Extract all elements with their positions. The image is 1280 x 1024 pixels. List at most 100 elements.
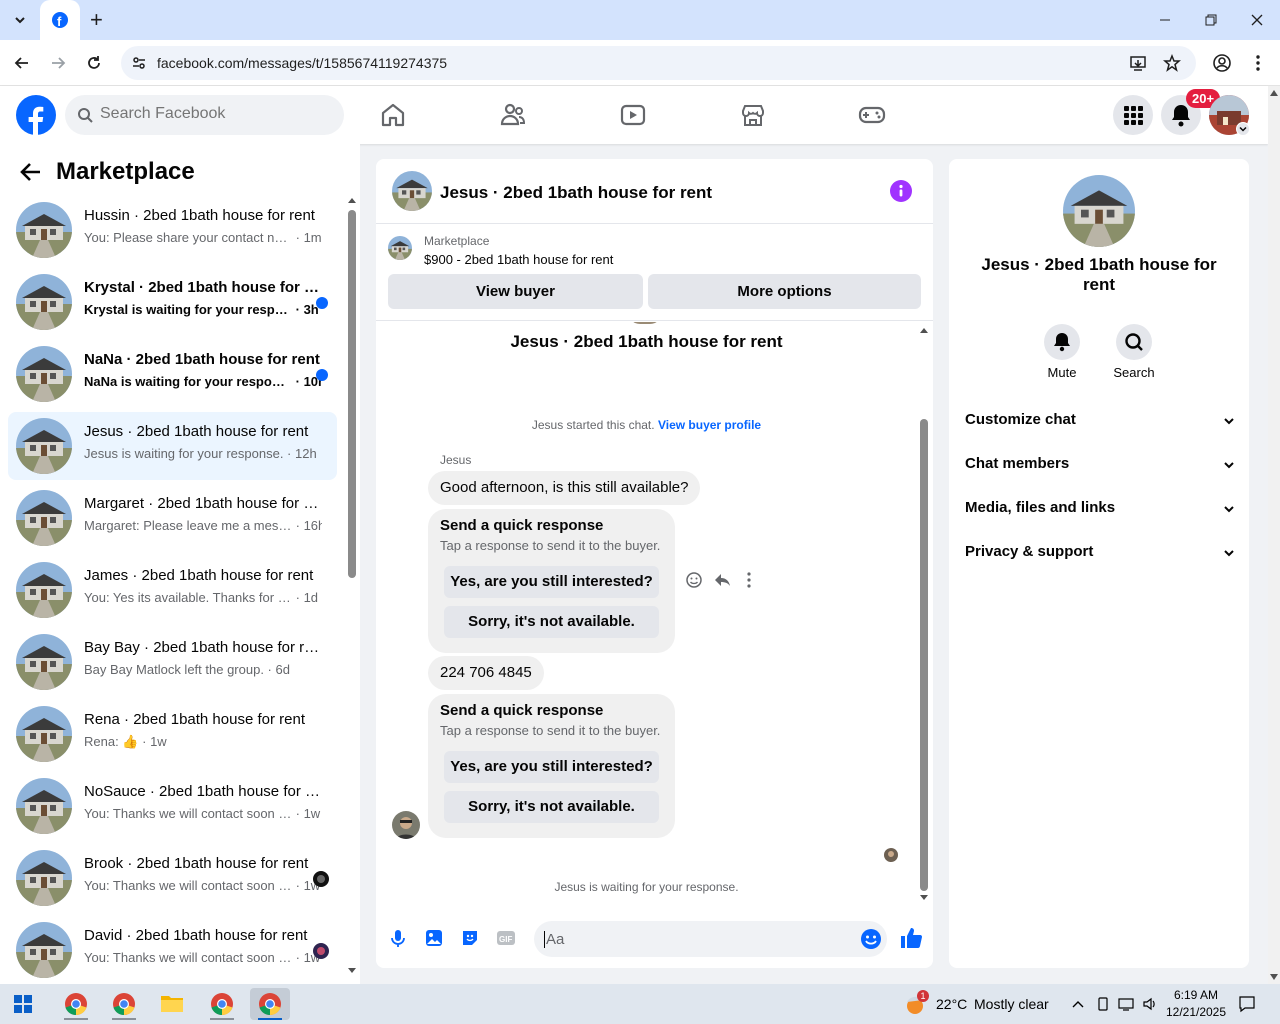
conversation-item[interactable]: Rena · 2bed 1bath house for rent Rena: 👍 … — [8, 700, 337, 768]
view-buyer-button[interactable]: View buyer — [388, 274, 643, 309]
search-label[interactable]: Search — [1104, 365, 1164, 380]
device-icon[interactable] — [1096, 996, 1110, 1012]
conversation-name: Bay Bay · 2bed 1bath house for rent — [84, 639, 322, 656]
thread-scrollbar[interactable] — [919, 324, 929, 902]
conversation-item[interactable]: Krystal · 2bed 1bath house for rent Kryst… — [8, 268, 337, 336]
page-scrollbar[interactable] — [1268, 86, 1280, 984]
back-arrow-icon[interactable] — [20, 161, 42, 183]
conversation-item[interactable]: Hussin · 2bed 1bath house for rent You: P… — [8, 196, 337, 264]
quick-reply-yes-button[interactable]: Yes, are you still interested? — [444, 566, 659, 598]
search-in-chat-icon[interactable] — [1116, 324, 1152, 360]
account-chevron-down-icon[interactable] — [1236, 122, 1250, 136]
quick-reply-no-button[interactable]: Sorry, it's not available. — [444, 606, 659, 638]
react-emoji-icon[interactable] — [685, 571, 703, 589]
customize-chat-section[interactable]: Customize chat — [965, 399, 1235, 443]
gaming-icon[interactable] — [857, 100, 887, 130]
sender-avatar[interactable] — [392, 811, 420, 839]
omnibox[interactable]: facebook.com/messages/t/1585674119274375 — [121, 46, 1196, 80]
chrome-taskbar-app[interactable] — [56, 988, 96, 1020]
restore-window-button[interactable] — [1203, 12, 1219, 28]
conversation-item[interactable]: Margaret · 2bed 1bath house for rent Marg… — [8, 484, 337, 552]
conversation-time: 1w — [303, 806, 321, 821]
url-text[interactable]: facebook.com/messages/t/1585674119274375 — [157, 55, 447, 71]
friends-icon[interactable] — [498, 100, 528, 130]
network-icon[interactable] — [1118, 996, 1134, 1012]
composer-placeholder[interactable]: Aa — [546, 931, 564, 948]
profile-icon[interactable] — [1212, 53, 1232, 73]
minimize-window-button[interactable] — [1157, 10, 1173, 30]
details-avatar[interactable] — [1063, 175, 1135, 247]
chat-panel: Jesus · 2bed 1bath house for rent Market… — [376, 159, 933, 968]
tab-search-dropdown-icon[interactable] — [10, 10, 30, 30]
listing-thumbnail[interactable] — [388, 236, 412, 260]
chat-avatar[interactable] — [392, 171, 432, 211]
facebook-logo[interactable] — [16, 95, 56, 135]
search-input[interactable] — [100, 105, 320, 123]
conversation-preview-line: NaNa is waiting for your response. · 10h — [84, 374, 322, 389]
message-composer[interactable]: Aa — [534, 921, 887, 957]
install-app-icon[interactable] — [1129, 54, 1147, 72]
chat-members-section[interactable]: Chat members — [965, 443, 1235, 487]
watch-video-icon[interactable] — [618, 100, 648, 130]
clock-date[interactable]: 12/21/2025 — [1162, 1005, 1230, 1019]
menu-grid-icon[interactable] — [1113, 95, 1153, 135]
conversation-time: 16h — [303, 518, 322, 533]
quick-reply-yes-button[interactable]: Yes, are you still interested? — [444, 751, 659, 783]
info-icon[interactable] — [890, 180, 912, 202]
browser-tab-facebook[interactable]: f — [40, 0, 80, 40]
marketplace-icon[interactable] — [738, 100, 768, 130]
conversation-preview-line: Jesus is waiting for your response. · 12… — [84, 446, 322, 461]
message-bubble[interactable]: 224 706 4845 — [428, 656, 544, 690]
search-box[interactable] — [65, 95, 344, 135]
conversation-item[interactable]: Bay Bay · 2bed 1bath house for rent Bay B… — [8, 628, 337, 696]
new-tab-button[interactable]: + — [90, 9, 110, 31]
chrome-taskbar-app-active[interactable] — [250, 988, 290, 1020]
quick-reply-no-button[interactable]: Sorry, it's not available. — [444, 791, 659, 823]
conversation-item[interactable]: David · 2bed 1bath house for rent You: Th… — [8, 916, 337, 984]
sticker-icon[interactable] — [460, 928, 480, 948]
chevron-down-icon — [1224, 550, 1234, 557]
view-buyer-profile-link[interactable]: View buyer profile — [658, 418, 761, 432]
chrome-taskbar-app[interactable] — [202, 988, 242, 1020]
windows-start-icon[interactable] — [14, 995, 32, 1013]
privacy-support-section[interactable]: Privacy & support — [965, 531, 1235, 575]
more-options-button[interactable]: More options — [648, 274, 921, 309]
conversation-list-scrollbar[interactable] — [346, 194, 358, 976]
chrome-taskbar-app[interactable] — [104, 988, 144, 1020]
section-label: Customize chat — [965, 411, 1076, 428]
file-explorer-taskbar-app[interactable] — [152, 988, 192, 1020]
home-icon[interactable] — [378, 100, 408, 130]
chevron-up-icon[interactable] — [1071, 998, 1085, 1010]
bookmark-star-icon[interactable] — [1163, 54, 1181, 72]
like-thumbs-up-icon[interactable] — [899, 926, 923, 950]
forward-arrow-icon[interactable] — [48, 53, 68, 73]
conversation-item[interactable]: James · 2bed 1bath house for rent You: Ye… — [8, 556, 337, 624]
close-window-button[interactable] — [1249, 12, 1265, 28]
weather-condition[interactable]: Mostly clear — [974, 996, 1049, 1012]
clock-time[interactable]: 6:19 AM — [1164, 988, 1228, 1002]
listing-title[interactable]: $900 - 2bed 1bath house for rent — [424, 252, 613, 267]
chat-title[interactable]: Jesus · 2bed 1bath house for rent — [440, 183, 712, 203]
mute-label[interactable]: Mute — [1032, 365, 1092, 380]
photo-icon[interactable] — [424, 928, 444, 948]
temperature[interactable]: 22°C — [936, 996, 967, 1012]
back-arrow-icon[interactable] — [12, 53, 32, 73]
message-more-icon[interactable] — [743, 571, 755, 589]
emoji-icon[interactable] — [860, 928, 882, 950]
conversation-avatar — [16, 706, 72, 762]
notification-center-icon[interactable] — [1238, 995, 1256, 1013]
site-info-icon[interactable] — [131, 55, 147, 71]
browser-menu-icon[interactable] — [1248, 53, 1268, 73]
conversation-item[interactable]: Jesus · 2bed 1bath house for rent Jesus i… — [8, 412, 337, 480]
reload-icon[interactable] — [84, 53, 104, 73]
media-files-links-section[interactable]: Media, files and links — [965, 487, 1235, 531]
mute-bell-icon[interactable] — [1044, 324, 1080, 360]
volume-icon[interactable] — [1142, 996, 1158, 1012]
conversation-item[interactable]: Brook · 2bed 1bath house for rent You: Th… — [8, 844, 337, 912]
reply-icon[interactable] — [713, 571, 731, 589]
message-bubble[interactable]: Good afternoon, is this still available? — [428, 471, 701, 505]
microphone-icon[interactable] — [388, 928, 408, 948]
conversation-item[interactable]: NaNa · 2bed 1bath house for rent NaNa is … — [8, 340, 337, 408]
gif-icon[interactable]: GIF — [496, 928, 516, 948]
conversation-item[interactable]: NoSauce · 2bed 1bath house for rent You: … — [8, 772, 337, 840]
